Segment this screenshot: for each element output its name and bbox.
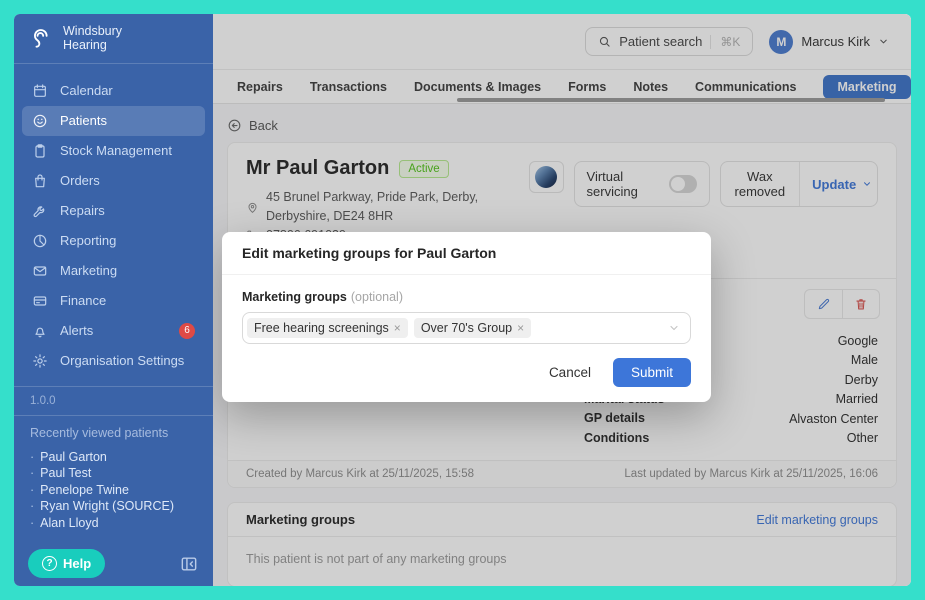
ear-logo-icon <box>28 25 54 51</box>
sidebar-item-repairs[interactable]: Repairs <box>22 196 205 226</box>
sidebar-item-label: Orders <box>60 173 100 189</box>
recent-patient-link[interactable]: Alan Lloyd <box>30 515 197 532</box>
tag-remove-icon[interactable] <box>394 322 401 334</box>
edit-marketing-groups-modal: Edit marketing groups for Paul Garton Ma… <box>222 232 711 402</box>
sidebar-item-stock-management[interactable]: Stock Management <box>22 136 205 166</box>
modal-title: Edit marketing groups for Paul Garton <box>222 232 711 275</box>
selected-tag: Over 70's Group <box>413 318 532 338</box>
sidebar-item-label: Calendar <box>60 83 113 99</box>
wrench-icon <box>32 203 48 219</box>
sidebar-item-reporting[interactable]: Reporting <box>22 226 205 256</box>
sidebar-item-label: Marketing <box>60 263 118 279</box>
sidebar: Windsbury Hearing Calendar Patients Stoc… <box>14 14 213 586</box>
gear-icon <box>32 353 48 369</box>
recently-viewed-title: Recently viewed patients <box>30 425 169 440</box>
tag-remove-icon[interactable] <box>517 322 524 334</box>
pie-chart-icon <box>32 233 48 249</box>
brand-name: Windsbury Hearing <box>63 24 123 53</box>
sidebar-item-patients[interactable]: Patients <box>22 105 205 136</box>
marketing-groups-field-label: Marketing groups (optional) <box>242 288 691 306</box>
recent-patient-name: Ryan Wright (SOURCE) <box>40 499 174 514</box>
question-mark-icon: ? <box>42 556 57 572</box>
collapse-sidebar-button[interactable] <box>179 554 199 574</box>
recent-patient-name: Penelope Twine <box>40 482 129 497</box>
recent-patient-name: Paul Test <box>40 466 92 481</box>
sidebar-item-organisation-settings[interactable]: Organisation Settings <box>22 346 205 376</box>
field-label-text: Marketing groups <box>242 290 347 304</box>
sidebar-bottom: 1.0.0 Recently viewed patients Paul Gart… <box>14 376 213 586</box>
sidebar-item-calendar[interactable]: Calendar <box>22 76 205 106</box>
app-version: 1.0.0 <box>30 394 56 407</box>
recent-patient-link[interactable]: Penelope Twine <box>30 482 197 499</box>
selected-tag: Free hearing screenings <box>247 318 408 338</box>
sidebar-item-finance[interactable]: Finance <box>22 286 205 316</box>
tag-label: Over 70's Group <box>420 321 513 335</box>
recent-patient-link[interactable]: Paul Garton <box>30 449 197 466</box>
brand: Windsbury Hearing <box>14 14 213 64</box>
sidebar-item-label: Finance <box>60 293 107 309</box>
sidebar-item-alerts[interactable]: Alerts 6 <box>22 316 205 346</box>
field-optional-text: (optional) <box>350 290 403 304</box>
shopping-bag-icon <box>32 173 48 189</box>
sidebar-item-orders[interactable]: Orders <box>22 166 205 196</box>
app-window: Windsbury Hearing Calendar Patients Stoc… <box>14 14 911 586</box>
recent-patient-link[interactable]: Paul Test <box>30 465 197 482</box>
cancel-button[interactable]: Cancel <box>535 358 605 387</box>
credit-card-icon <box>32 293 48 309</box>
calendar-icon <box>32 83 48 99</box>
sidebar-item-label: Patients <box>60 113 107 129</box>
sidebar-item-label: Reporting <box>60 233 117 249</box>
main-area: Patient search ⌘K M Marcus Kirk Repairs … <box>213 14 911 586</box>
bell-icon <box>32 323 48 339</box>
recently-viewed: Recently viewed patients Paul Garton Pau… <box>14 414 213 538</box>
tag-label: Free hearing screenings <box>254 321 389 335</box>
recent-patient-name: Paul Garton <box>40 449 107 464</box>
sidebar-item-label: Repairs <box>60 203 105 219</box>
sidebar-nav: Calendar Patients Stock Management Order… <box>14 64 213 376</box>
marketing-groups-multiselect[interactable]: Free hearing screenings Over 70's Group <box>242 312 691 344</box>
sidebar-item-label: Stock Management <box>60 143 173 159</box>
select-chevron-down-icon <box>668 322 680 334</box>
clipboard-icon <box>32 143 48 159</box>
help-label: Help <box>63 556 92 572</box>
collapse-sidebar-icon <box>179 554 199 574</box>
submit-button[interactable]: Submit <box>612 358 691 387</box>
envelope-icon <box>32 263 48 279</box>
sidebar-item-label: Alerts <box>60 323 94 339</box>
patients-icon <box>32 113 48 129</box>
alerts-count-badge: 6 <box>179 322 195 339</box>
sidebar-item-label: Organisation Settings <box>60 353 185 369</box>
sidebar-item-marketing[interactable]: Marketing <box>22 256 205 286</box>
help-button[interactable]: ? Help <box>28 549 106 579</box>
recent-patient-name: Alan Lloyd <box>40 515 99 530</box>
recent-patient-link[interactable]: Ryan Wright (SOURCE) <box>30 498 197 515</box>
